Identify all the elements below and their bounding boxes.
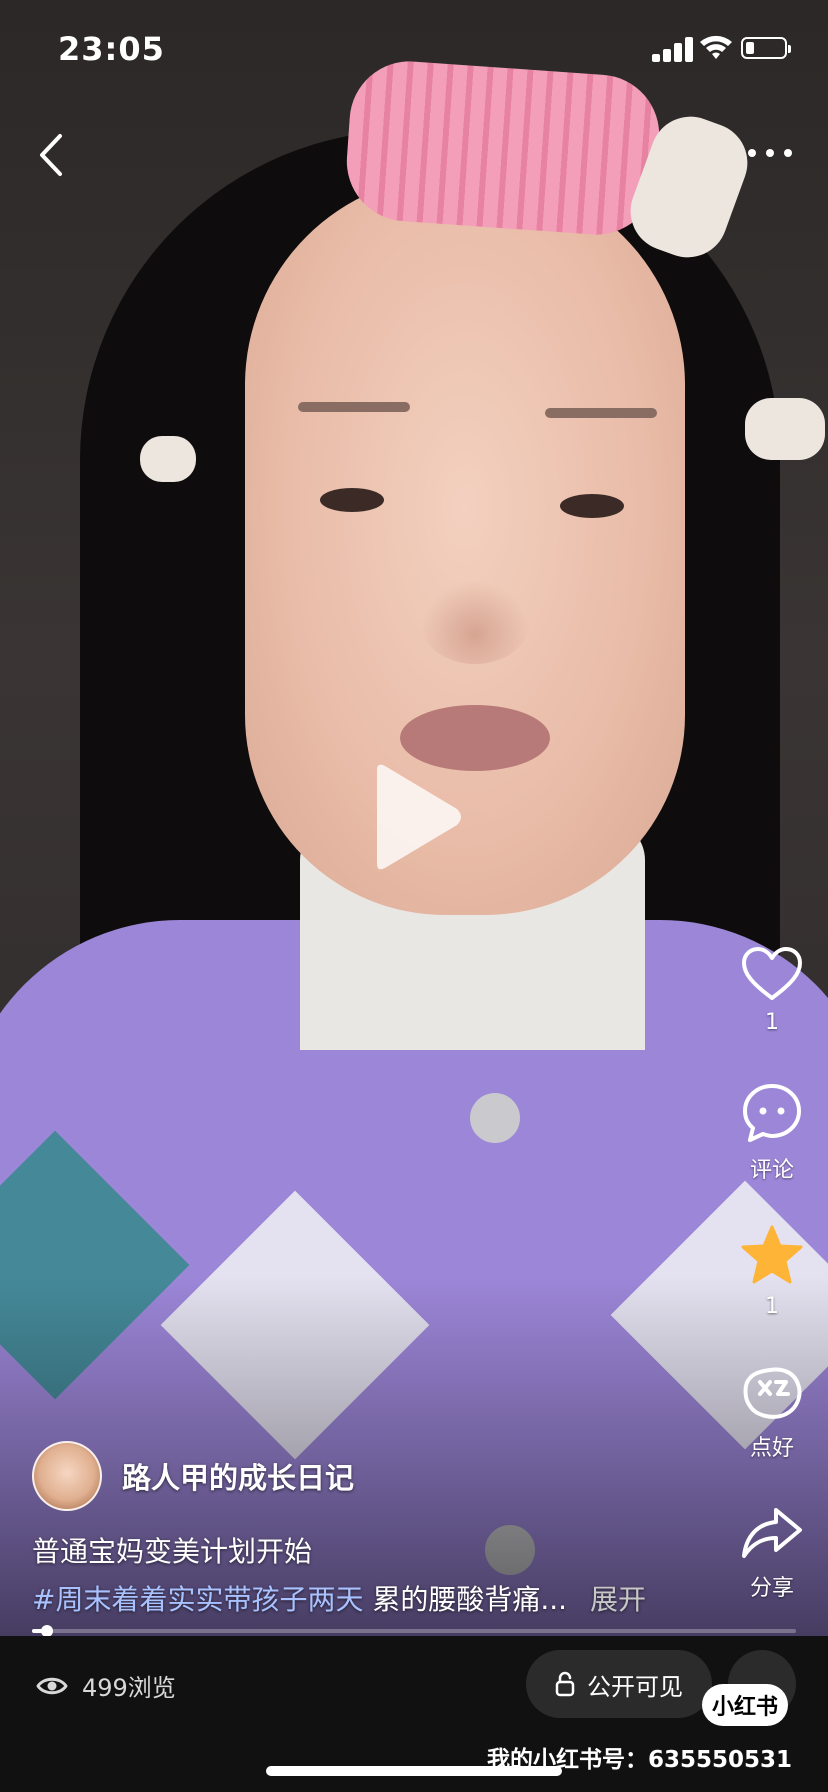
lock-icon: [555, 1671, 575, 1697]
collect-button[interactable]: 1: [728, 1224, 816, 1319]
share-button[interactable]: 分享: [728, 1504, 816, 1602]
visibility-button[interactable]: 公开可见: [526, 1650, 712, 1718]
description-text: 累的腰酸背痛...: [372, 1583, 568, 1616]
good-badge-icon: [743, 1367, 802, 1419]
views-label: 499浏览: [82, 1674, 176, 1702]
share-label: 分享: [749, 1576, 794, 1601]
author-name[interactable]: 路人甲的成长日记: [122, 1455, 354, 1497]
chevron-left-icon: [40, 134, 62, 176]
post-description[interactable]: #周末着着实实带孩子两天 累的腰酸背痛... 展开: [32, 1578, 646, 1618]
home-indicator[interactable]: [266, 1766, 562, 1776]
avatar[interactable]: [32, 1441, 102, 1511]
hashtag-link[interactable]: #周末着着实实带孩子两天: [32, 1583, 363, 1616]
cellular-signal-icon: [652, 37, 693, 62]
expand-button[interactable]: 展开: [590, 1583, 646, 1616]
like-button[interactable]: 1: [728, 946, 816, 1035]
status-time: 23:05: [58, 30, 165, 68]
view-count: 499浏览: [36, 1668, 176, 1703]
wifi-icon: [700, 35, 732, 59]
like-count: 1: [765, 1010, 779, 1035]
more-options-button[interactable]: [745, 140, 795, 166]
comment-label: 评论: [749, 1158, 794, 1183]
collect-count: 1: [765, 1294, 779, 1319]
video-progress-bar[interactable]: [32, 1625, 796, 1637]
back-button[interactable]: [32, 130, 72, 180]
status-bar: 23:05: [0, 0, 828, 100]
post-title: 普通宝妈变美计划开始: [32, 1535, 313, 1568]
good-label: 点好: [749, 1436, 794, 1461]
comment-button[interactable]: 评论: [728, 1082, 816, 1184]
share-arrow-icon: [742, 1508, 802, 1558]
visibility-label: 公开可见: [587, 1672, 683, 1701]
xiaohongshu-logo: 小红书: [702, 1684, 788, 1726]
eye-icon: [36, 1677, 68, 1694]
star-icon: [741, 1225, 803, 1284]
play-button[interactable]: [365, 762, 465, 872]
battery-icon: [741, 37, 791, 59]
play-icon: [377, 764, 461, 870]
good-button[interactable]: 点好: [728, 1364, 816, 1462]
heart-icon: [742, 947, 802, 1000]
video-note-screen: 23:05 1 评论 1 点好 分享 路人甲的成长日记 普通宝妈变美计划开始 #…: [0, 0, 828, 1792]
author-row[interactable]: 路人甲的成长日记: [32, 1440, 354, 1512]
comment-icon: [743, 1084, 801, 1142]
more-dots-icon: [748, 149, 792, 157]
